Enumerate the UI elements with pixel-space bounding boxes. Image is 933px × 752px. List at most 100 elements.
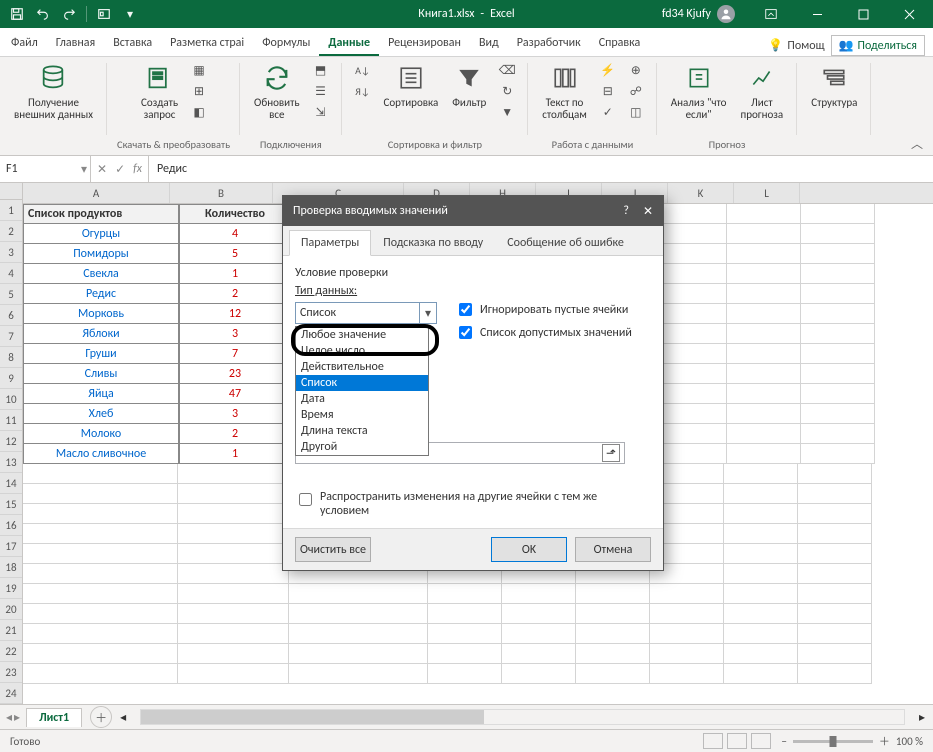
close-button[interactable] bbox=[887, 0, 931, 28]
cell[interactable] bbox=[727, 444, 801, 464]
cell[interactable] bbox=[653, 384, 727, 404]
cell[interactable] bbox=[502, 584, 576, 604]
forecast-sheet-button[interactable]: Лист прогноза bbox=[736, 60, 787, 123]
advanced-filter-icon[interactable]: ▼ bbox=[496, 102, 518, 122]
cell[interactable] bbox=[576, 644, 650, 664]
cell[interactable] bbox=[724, 464, 798, 484]
cell[interactable] bbox=[727, 404, 801, 424]
row-header[interactable]: 15 bbox=[0, 494, 22, 515]
outline-button[interactable]: Структура bbox=[807, 60, 861, 111]
cancel-formula-icon[interactable]: ✕ bbox=[97, 162, 107, 177]
cell[interactable] bbox=[576, 664, 650, 684]
cell[interactable] bbox=[801, 384, 875, 404]
dropdown-option[interactable]: Дата bbox=[296, 391, 428, 407]
cell[interactable] bbox=[576, 604, 650, 624]
cell[interactable] bbox=[653, 304, 727, 324]
dialog-tab[interactable]: Параметры bbox=[289, 230, 371, 256]
cell[interactable] bbox=[798, 484, 872, 504]
cell[interactable]: Молоко bbox=[23, 424, 179, 444]
flash-fill-icon[interactable]: ⚡ bbox=[597, 60, 619, 80]
cell[interactable]: Сливы bbox=[23, 364, 179, 384]
cell[interactable] bbox=[727, 364, 801, 384]
cell[interactable] bbox=[724, 664, 798, 684]
cell[interactable] bbox=[653, 344, 727, 364]
scroll-left-icon[interactable]: ◂ bbox=[120, 710, 126, 725]
cell[interactable] bbox=[502, 604, 576, 624]
cell[interactable] bbox=[289, 644, 428, 664]
fx-icon[interactable]: fx bbox=[133, 162, 142, 176]
dialog-tab[interactable]: Подсказка по вводу bbox=[371, 230, 495, 255]
cell[interactable] bbox=[653, 404, 727, 424]
cell[interactable] bbox=[727, 284, 801, 304]
cell[interactable] bbox=[801, 224, 875, 244]
save-icon[interactable] bbox=[6, 3, 28, 25]
cell[interactable] bbox=[724, 484, 798, 504]
cell[interactable] bbox=[289, 604, 428, 624]
cell[interactable] bbox=[724, 564, 798, 584]
sheet-tab[interactable]: Лист1 bbox=[26, 708, 82, 727]
zoom-out-icon[interactable]: − bbox=[781, 735, 786, 748]
cell[interactable] bbox=[502, 644, 576, 664]
cell[interactable]: Яблоки bbox=[23, 324, 179, 344]
cell[interactable] bbox=[178, 464, 289, 484]
reapply-icon[interactable]: ↻ bbox=[496, 81, 518, 101]
cell[interactable]: Список продуктов bbox=[23, 204, 179, 224]
row-header[interactable]: 17 bbox=[0, 536, 22, 557]
cell[interactable] bbox=[650, 644, 724, 664]
cell[interactable] bbox=[178, 604, 289, 624]
cell[interactable] bbox=[178, 484, 289, 504]
row-header[interactable]: 3 bbox=[0, 242, 22, 263]
sort-desc-icon[interactable]: Я↓ bbox=[352, 81, 374, 101]
cell[interactable] bbox=[428, 584, 502, 604]
cell[interactable]: 1 bbox=[179, 264, 291, 284]
cell[interactable] bbox=[801, 304, 875, 324]
formula-input[interactable]: Редис bbox=[149, 156, 933, 182]
ribbon-tab-4[interactable]: Формулы bbox=[253, 31, 319, 56]
cell[interactable]: 23 bbox=[179, 364, 291, 384]
row-header[interactable]: 20 bbox=[0, 599, 22, 620]
cell[interactable] bbox=[653, 424, 727, 444]
enter-formula-icon[interactable]: ✓ bbox=[115, 162, 125, 177]
cell[interactable]: 12 bbox=[179, 304, 291, 324]
sort-asc-icon[interactable]: A↓ bbox=[352, 60, 374, 80]
text-to-columns-button[interactable]: Текст по столбцам bbox=[538, 60, 591, 123]
cell[interactable] bbox=[23, 524, 178, 544]
cell[interactable]: Масло сливочное bbox=[23, 444, 179, 464]
col-header[interactable]: L bbox=[734, 183, 800, 203]
cell[interactable] bbox=[23, 464, 178, 484]
cell[interactable] bbox=[289, 664, 428, 684]
dropdown-option[interactable]: Длина текста bbox=[296, 423, 428, 439]
dialog-titlebar[interactable]: Проверка вводимых значений ? ✕ bbox=[283, 196, 663, 226]
type-combobox[interactable]: Список ▾ bbox=[295, 302, 437, 324]
cell[interactable] bbox=[653, 284, 727, 304]
cell[interactable]: 7 bbox=[179, 344, 291, 364]
cell[interactable] bbox=[576, 584, 650, 604]
row-header[interactable]: 10 bbox=[0, 389, 22, 410]
cell[interactable] bbox=[178, 524, 289, 544]
cell[interactable] bbox=[724, 644, 798, 664]
undo-icon[interactable] bbox=[32, 3, 54, 25]
cell[interactable]: Хлеб bbox=[23, 404, 179, 424]
ribbon-tab-7[interactable]: Вид bbox=[470, 31, 508, 56]
view-buttons[interactable] bbox=[703, 733, 771, 749]
cell[interactable] bbox=[289, 624, 428, 644]
cell[interactable] bbox=[650, 664, 724, 684]
cell[interactable] bbox=[653, 444, 727, 464]
close-icon[interactable]: ✕ bbox=[643, 204, 653, 219]
whatif-button[interactable]: Анализ "что если" bbox=[667, 60, 731, 123]
col-header[interactable]: B bbox=[170, 183, 273, 203]
sort-button[interactable]: Сортировка bbox=[380, 60, 443, 111]
row-header[interactable]: 22 bbox=[0, 641, 22, 662]
cell[interactable]: 2 bbox=[179, 284, 291, 304]
row-header[interactable]: 2 bbox=[0, 221, 22, 242]
cell[interactable] bbox=[727, 264, 801, 284]
dropdown-option[interactable]: Другой bbox=[296, 439, 428, 455]
cell[interactable] bbox=[576, 624, 650, 644]
share-button[interactable]: 👥 Поделиться bbox=[831, 35, 925, 56]
cell[interactable] bbox=[428, 644, 502, 664]
filter-button[interactable]: Фильтр bbox=[448, 60, 490, 111]
cell[interactable] bbox=[653, 244, 727, 264]
row-header[interactable]: 5 bbox=[0, 284, 22, 305]
cell[interactable] bbox=[178, 584, 289, 604]
cell[interactable] bbox=[23, 644, 178, 664]
